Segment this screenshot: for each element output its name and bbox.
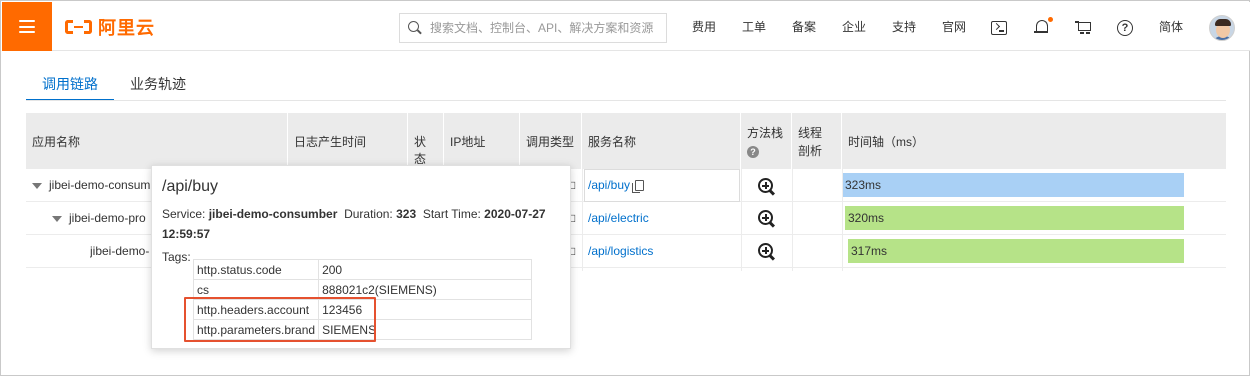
menu-icon xyxy=(19,20,35,33)
tab-divider xyxy=(26,100,1226,101)
nav-icp-filing[interactable]: 备案 xyxy=(792,2,816,51)
nav-official-site[interactable]: 官网 xyxy=(942,2,966,51)
tab-business-trace[interactable]: 业务轨迹 xyxy=(114,67,202,101)
duration-label: Duration: xyxy=(344,207,393,221)
tag-highlight-box xyxy=(184,297,376,342)
avatar[interactable] xyxy=(1209,15,1235,41)
popover-meta: Service: jibei-demo-consumber Duration: … xyxy=(162,204,558,244)
copy-icon[interactable] xyxy=(632,180,645,194)
aliyun-logo-icon xyxy=(65,17,92,37)
nav-billing[interactable]: 费用 xyxy=(692,2,716,51)
aliyun-logo[interactable]: 阿里云 xyxy=(65,15,155,39)
col-service-name[interactable]: 服务名称 xyxy=(582,113,741,169)
search-input[interactable] xyxy=(430,21,665,35)
tag-key: http.status.code xyxy=(192,259,320,280)
menu-button[interactable] xyxy=(2,2,52,51)
col-method-stack[interactable]: 方法栈 ? xyxy=(741,113,792,169)
bar-label: 323ms xyxy=(845,178,882,192)
nav-ticket[interactable]: 工单 xyxy=(742,2,766,51)
column-separator xyxy=(842,169,843,271)
duration-value: 323 xyxy=(396,207,417,221)
cart-icon[interactable] xyxy=(1075,18,1093,36)
column-separator xyxy=(741,169,742,271)
column-separator xyxy=(582,169,583,271)
service-name-cell[interactable]: /api/electric xyxy=(588,202,738,235)
timeline-bar[interactable]: 323ms xyxy=(842,173,1184,197)
col-ip-address[interactable]: IP地址 xyxy=(444,113,520,169)
bar-label: 320ms xyxy=(848,211,885,225)
tab-bar: 调用链路 业务轨迹 xyxy=(26,67,202,101)
global-search[interactable] xyxy=(399,13,667,43)
col-call-type[interactable]: 调用类型 xyxy=(520,113,582,169)
question-icon[interactable]: ? xyxy=(747,146,759,158)
col-log-time[interactable]: 日志产生时间 xyxy=(288,113,408,169)
col-status[interactable]: 状态 xyxy=(408,113,444,169)
service-link[interactable]: /api/logistics xyxy=(588,244,653,258)
service-link[interactable]: /api/electric xyxy=(588,211,649,225)
col-timeline[interactable]: 时间轴（ms） xyxy=(842,113,1226,169)
notification-dot xyxy=(1048,17,1053,22)
tag-value: 200 xyxy=(318,259,532,280)
column-separator xyxy=(792,169,793,271)
timeline-bar[interactable]: 317ms xyxy=(848,239,1184,263)
zoom-in-icon[interactable] xyxy=(758,210,776,228)
app-name: jibei-demo-pro xyxy=(69,211,146,225)
start-time-label: Start Time: xyxy=(422,207,481,221)
search-icon xyxy=(408,21,422,35)
nav-enterprise[interactable]: 企业 xyxy=(842,2,866,51)
bar-label: 317ms xyxy=(851,244,888,258)
col-thread-profiling[interactable]: 线程剖析 xyxy=(792,113,842,169)
col-method-stack-label: 方法栈 xyxy=(747,126,784,140)
window-frame: 阿里云 费用 工单 备案 企业 支持 官网 ? 简体 调用链路 业务轨迹 应用名… xyxy=(0,0,1250,376)
span-detail-popover: /api/buy Service: jibei-demo-consumber D… xyxy=(151,165,571,349)
collapse-caret-icon[interactable] xyxy=(52,215,62,222)
service-name-cell[interactable]: /api/buy xyxy=(588,169,738,202)
app-name: jibei-demo-consum xyxy=(49,178,151,192)
terminal-icon[interactable] xyxy=(991,21,1007,35)
app-name: jibei-demo- xyxy=(90,244,150,258)
zoom-in-icon[interactable] xyxy=(758,178,776,196)
col-app-name[interactable]: 应用名称 xyxy=(26,113,288,169)
service-value: jibei-demo-consumber xyxy=(208,207,338,221)
timeline-bar[interactable]: 320ms xyxy=(845,206,1184,230)
tab-call-chain[interactable]: 调用链路 xyxy=(26,67,114,101)
logo-text: 阿里云 xyxy=(98,18,155,38)
language-switch[interactable]: 简体 xyxy=(1159,2,1183,51)
nav-support[interactable]: 支持 xyxy=(892,2,916,51)
popover-title: /api/buy xyxy=(162,178,219,195)
tag-row: http.status.code 200 xyxy=(192,259,532,280)
table-header: 应用名称 日志产生时间 状态 IP地址 调用类型 服务名称 方法栈 ? 线程剖析… xyxy=(26,113,1226,169)
top-navigation-bar: 阿里云 费用 工单 备案 企业 支持 官网 ? 简体 xyxy=(2,2,1250,51)
collapse-caret-icon[interactable] xyxy=(32,182,42,189)
service-label: Service: xyxy=(162,207,206,221)
service-link[interactable]: /api/buy xyxy=(588,178,630,192)
help-icon[interactable]: ? xyxy=(1117,20,1133,36)
zoom-in-icon[interactable] xyxy=(758,243,776,261)
service-name-cell[interactable]: /api/logistics xyxy=(588,235,738,268)
